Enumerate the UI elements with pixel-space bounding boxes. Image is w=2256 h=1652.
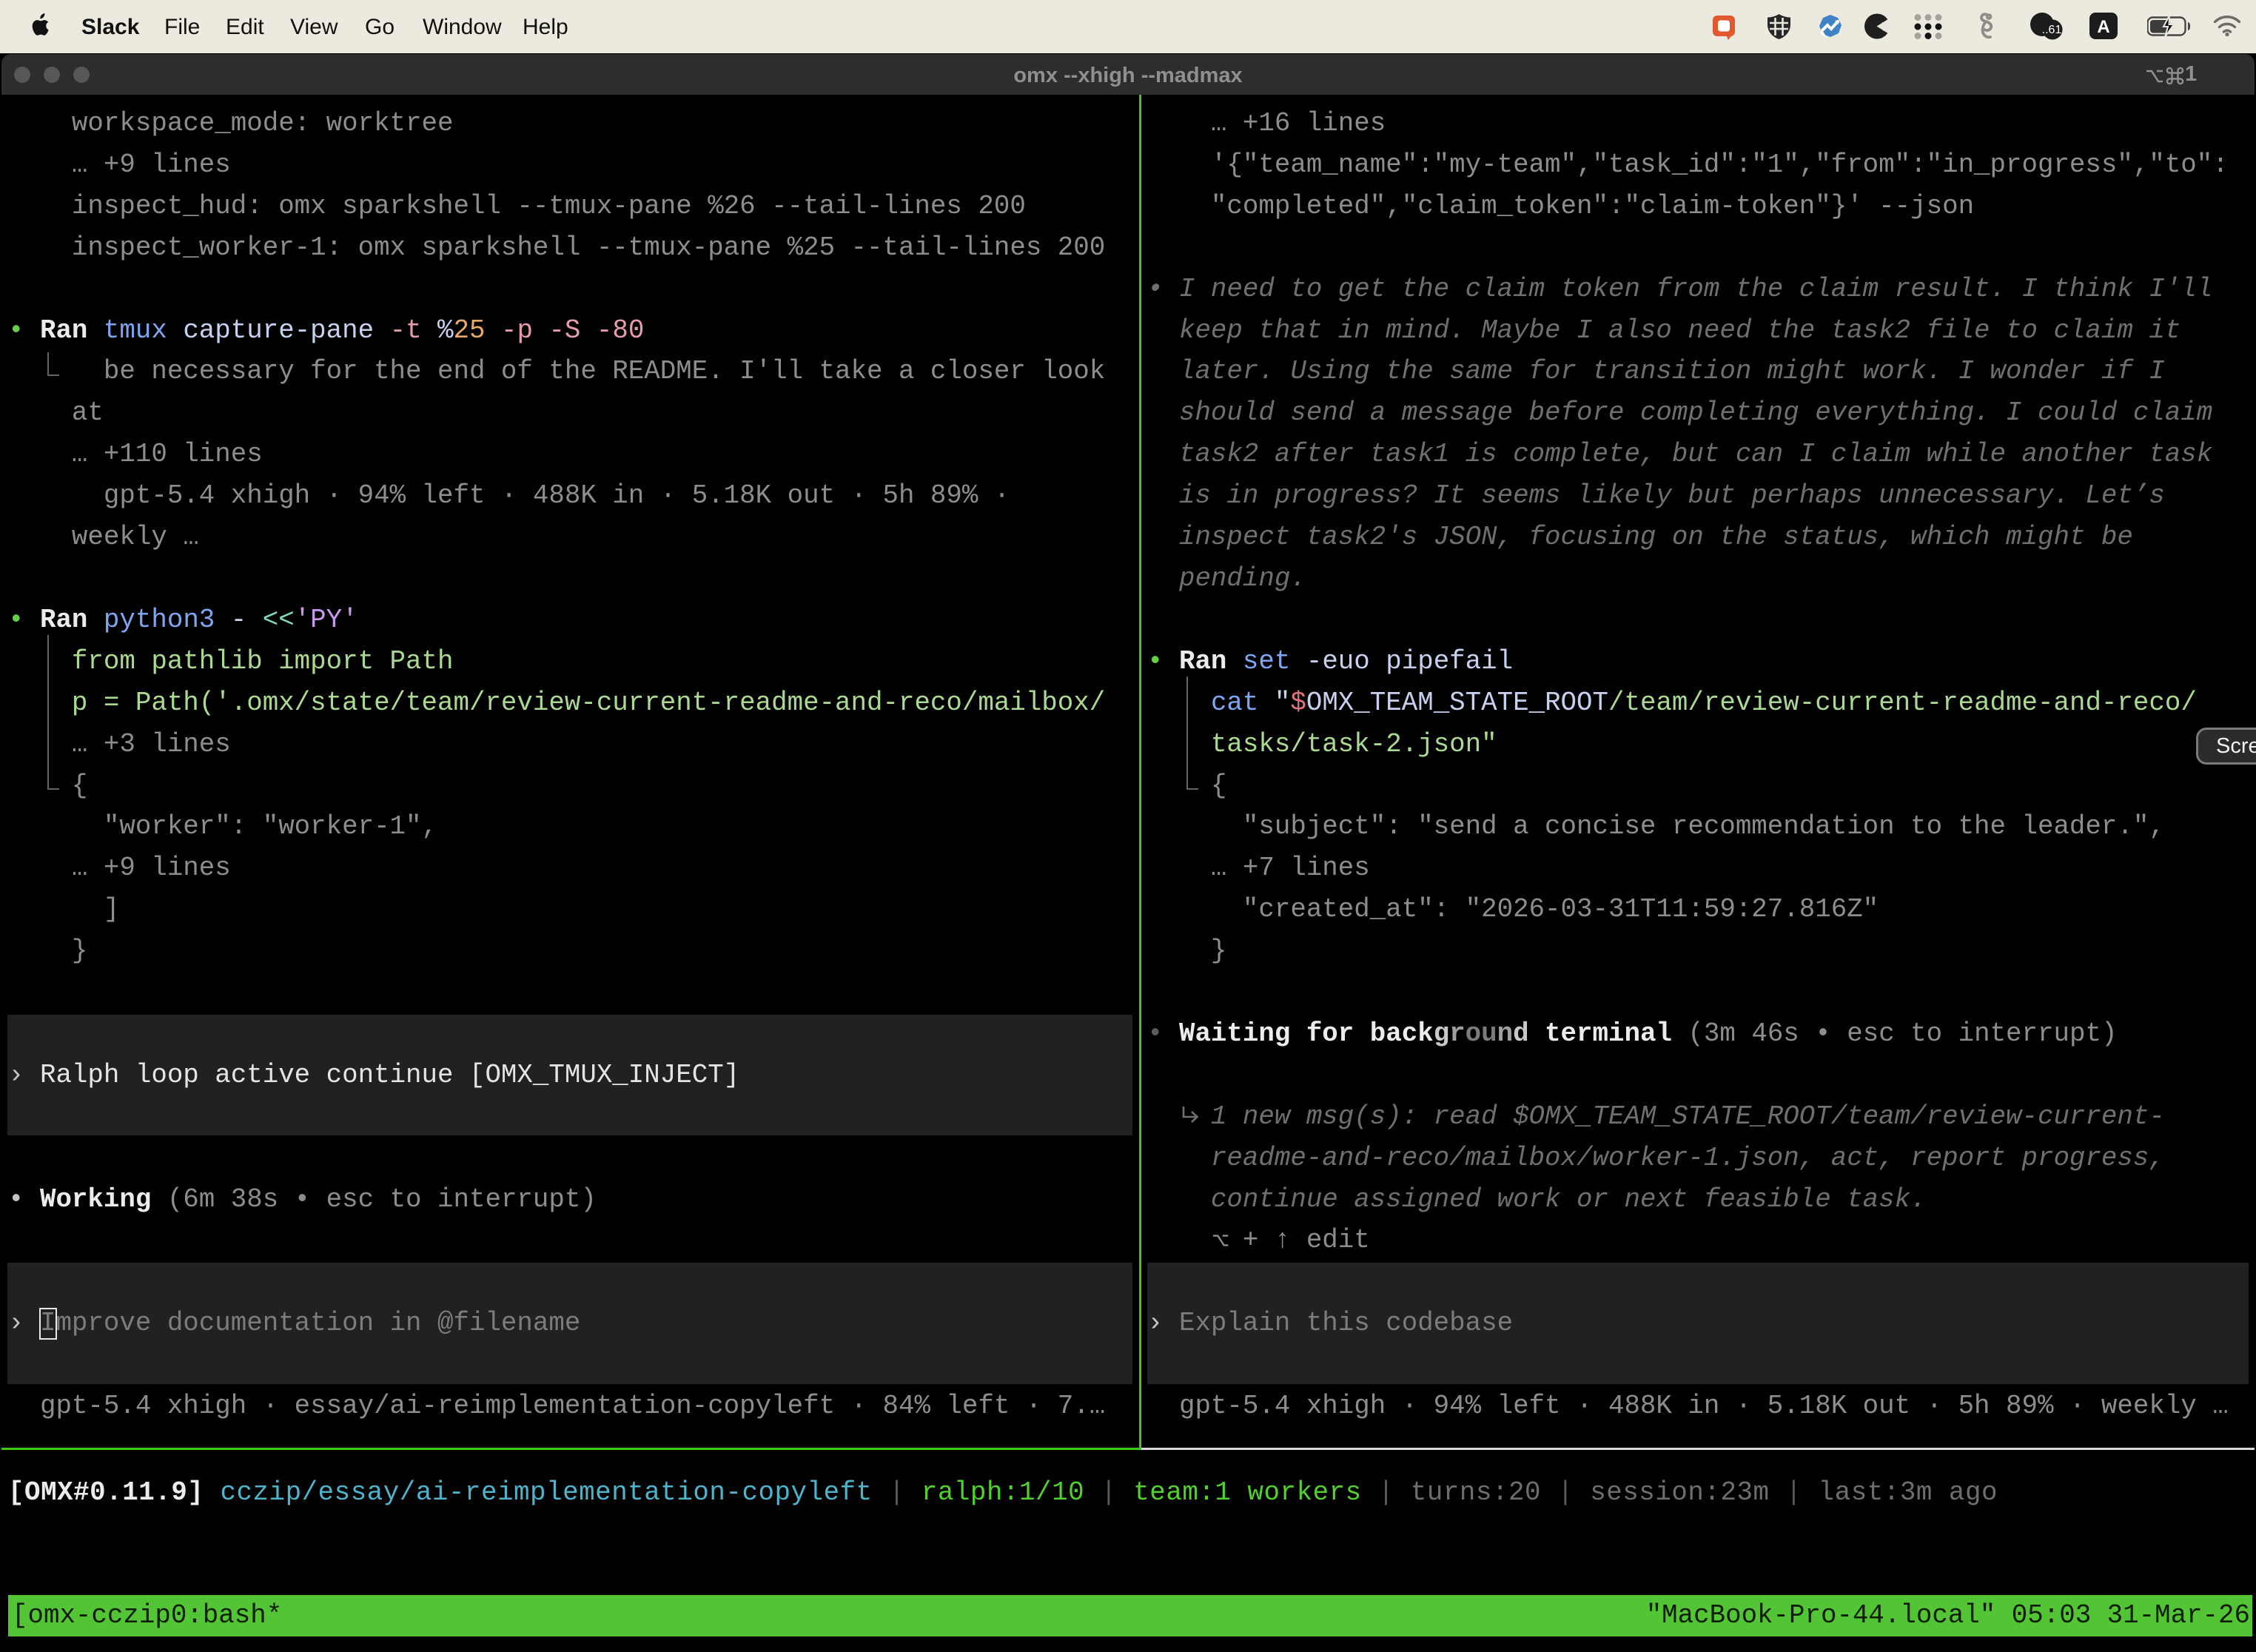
svg-text:..61: ..61 bbox=[2042, 24, 2062, 36]
svg-text:A: A bbox=[2097, 17, 2109, 37]
